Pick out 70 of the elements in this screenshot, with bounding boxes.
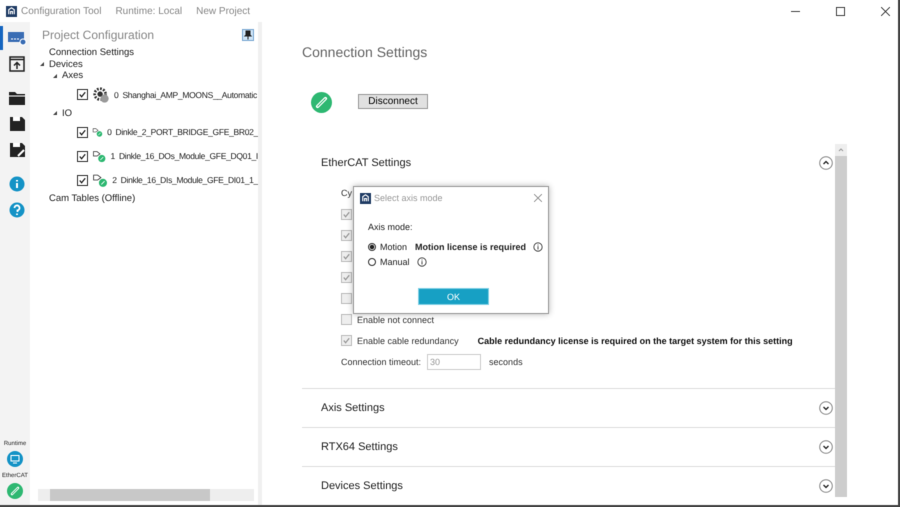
device-index: 2 <box>112 175 117 185</box>
expand-icon[interactable] <box>40 62 44 66</box>
device-label[interactable]: Dinkle_16_DOs_Module_GFE_DQ01_I <box>118 151 258 161</box>
pin-icon[interactable] <box>242 29 254 41</box>
tree-item[interactable]: Connection Settings <box>49 47 134 58</box>
option-label: Enable cable redundancy <box>357 336 459 346</box>
radio-button[interactable] <box>368 258 376 266</box>
checkbox[interactable] <box>341 272 352 283</box>
section-title[interactable]: Axis Settings <box>321 402 385 414</box>
panel-title: Project Configuration <box>42 28 154 42</box>
unit-label: seconds <box>489 357 523 367</box>
tree-item[interactable]: Cam Tables (Offline) <box>49 193 136 204</box>
horizontal-scrollbar[interactable] <box>38 489 254 501</box>
timeout-label: Connection timeout: <box>341 357 422 367</box>
info-icon[interactable] <box>416 256 427 266</box>
checkbox[interactable] <box>341 209 352 220</box>
cycle-label: Cy <box>341 188 352 200</box>
license-note: Cable redundancy license is required on the target system for this setting <box>478 336 793 346</box>
checkbox[interactable] <box>341 314 352 325</box>
radio-label[interactable]: Motion <box>380 242 408 252</box>
radio-button[interactable] <box>368 242 376 250</box>
dialog-title: Select axis mode <box>374 193 443 203</box>
window-title: Configuration Tool <box>21 6 102 16</box>
tree-item[interactable]: Axes <box>62 70 84 82</box>
tree-item[interactable]: Devices <box>49 58 83 70</box>
info-icon[interactable] <box>533 242 544 252</box>
device-index: 0 <box>114 90 118 100</box>
app-logo-icon <box>6 6 17 16</box>
axis-mode-label: Axis mode: <box>368 222 414 232</box>
collapse-icon[interactable] <box>819 156 833 170</box>
checkbox[interactable] <box>341 230 352 241</box>
vertical-scrollbar[interactable] <box>835 144 847 497</box>
app-logo-icon <box>360 192 371 204</box>
tree-item[interactable]: IO <box>62 108 72 119</box>
disconnect-button[interactable]: Disconnect <box>358 94 428 109</box>
expand-icon[interactable] <box>53 111 57 116</box>
checkbox[interactable] <box>77 174 88 186</box>
expand-icon[interactable] <box>819 401 833 415</box>
checkbox[interactable] <box>341 251 352 262</box>
device-index: 0 <box>107 127 112 137</box>
section-title[interactable]: RTX64 Settings <box>321 441 398 453</box>
page-title: Connection Settings <box>302 44 428 60</box>
checkbox[interactable] <box>341 335 352 346</box>
folder-icon[interactable] <box>6 89 26 107</box>
monitor-icon[interactable] <box>7 451 23 467</box>
expand-icon[interactable] <box>53 74 57 78</box>
runtime-label: Runtime: Local <box>115 6 182 16</box>
radio-label[interactable]: Manual <box>380 256 410 266</box>
gear-icon <box>92 86 110 104</box>
device-label[interactable]: Shanghai_AMP_MOONS__Automatic <box>122 90 257 100</box>
checkbox[interactable] <box>77 150 88 162</box>
device-label[interactable]: Dinkle_16_DIs_Module_GFE_DI01_1_ <box>120 175 258 185</box>
device-label[interactable]: Dinkle_2_PORT_BRIDGE_GFE_BR02_ <box>116 127 258 137</box>
close-icon[interactable] <box>881 6 890 16</box>
section-title[interactable]: Devices Settings <box>321 480 403 492</box>
option-label: Enable not connect <box>357 314 434 324</box>
network-device-icon[interactable] <box>6 29 26 47</box>
checkbox[interactable] <box>77 89 88 100</box>
project-name: New Project <box>196 6 250 16</box>
link-icon[interactable] <box>7 483 23 499</box>
device-index: 1 <box>110 151 115 161</box>
section-title[interactable]: EtherCAT Settings <box>321 157 412 169</box>
maximize-icon[interactable] <box>836 6 845 16</box>
upload-icon[interactable] <box>6 55 26 73</box>
checkbox[interactable] <box>77 126 88 138</box>
license-note: Motion license is required <box>415 242 526 252</box>
help-icon[interactable] <box>6 201 26 219</box>
checkbox[interactable] <box>341 293 352 304</box>
expand-icon[interactable] <box>819 479 833 493</box>
expand-icon[interactable] <box>819 440 833 454</box>
